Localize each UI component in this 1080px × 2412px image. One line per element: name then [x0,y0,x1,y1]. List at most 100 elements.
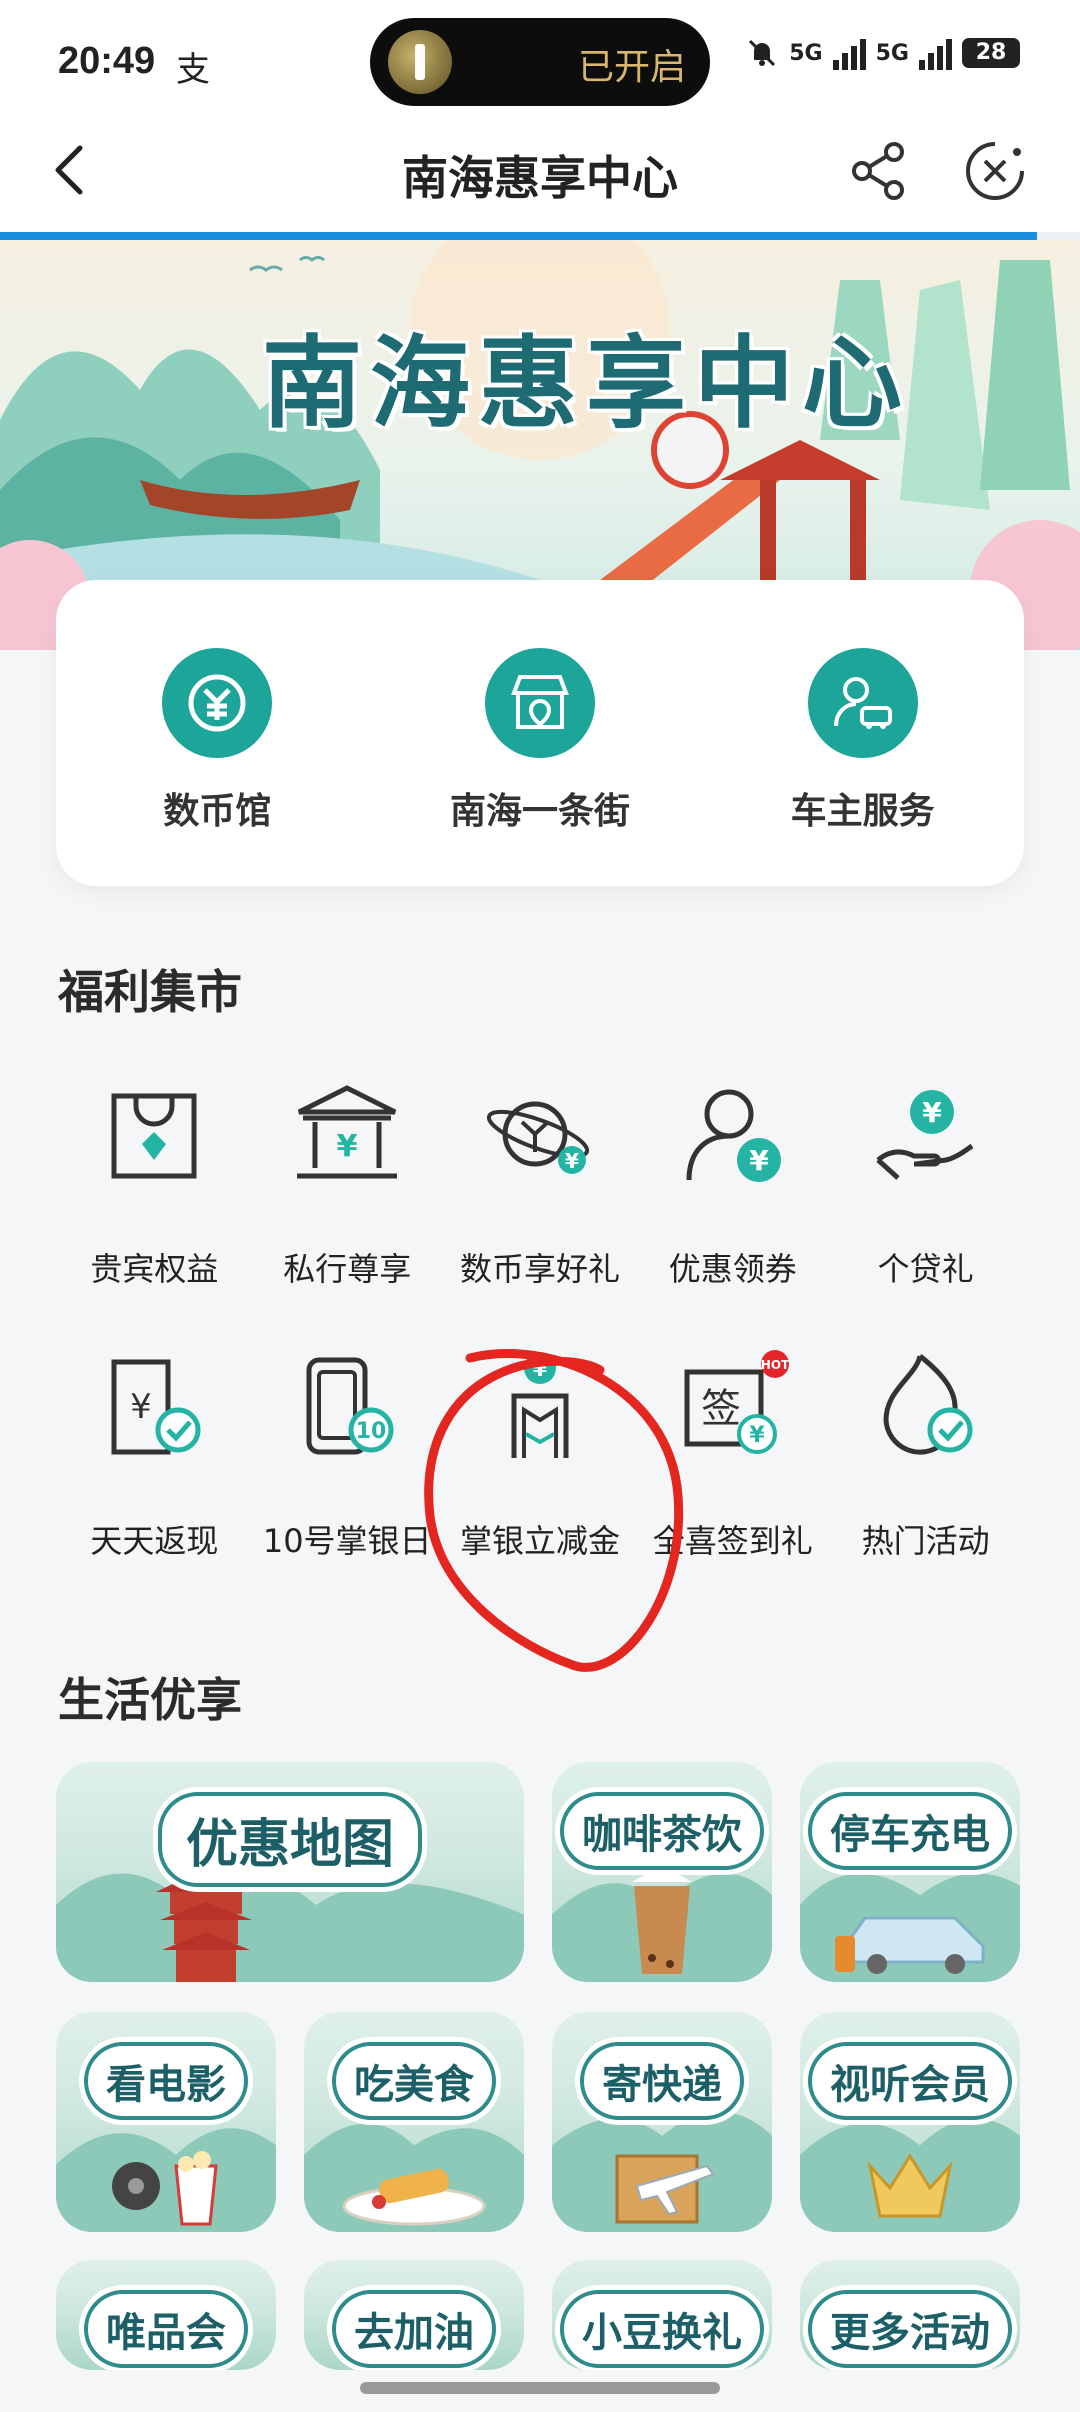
car-owner-icon [807,648,918,758]
section-title-life: 生活优享 [58,1673,242,1727]
loan-hand-icon: ¥ [875,1090,973,1180]
bubble-tea-icon [632,1872,692,1974]
svg-text:¥: ¥ [565,1149,579,1173]
nav-bar: 南海惠享中心 [0,120,1080,232]
welfare-item-cashback[interactable]: ¥ 天天返现 [58,1318,251,1590]
grid-label: 10号掌银日 [262,1522,432,1560]
quick-item-digital-currency[interactable]: 数币馆 [56,580,379,886]
svg-text:¥: ¥ [131,1387,153,1427]
battery-icon: 28 [962,38,1020,68]
card-label: 唯品会 [84,2290,248,2368]
card-label: 吃美食 [332,2042,496,2120]
alipay-status-icon: 支 [176,50,210,90]
store-icon [485,648,595,758]
quick-label: 数币馆 [163,791,272,832]
grid-label: 掌银立减金 [459,1522,620,1560]
status-indicators: 5G 5G 28 [745,36,1020,70]
package-plane-icon [615,2154,715,2224]
card-vipshop[interactable]: 唯品会 [56,2260,276,2370]
card-label: 优惠地图 [157,1792,423,1887]
welfare-item-digital-gift[interactable]: ¥ 数币享好礼 [444,1046,637,1318]
welfare-grid: 贵宾权益 ¥ 私行尊享 ¥ 数币享好礼 ¥ 优惠领券 ¥ 个贷礼 ¥ 天天返现 … [58,1046,1022,1590]
card-av-membership[interactable]: 视听会员 [800,2012,1020,2232]
welfare-item-private-bank[interactable]: ¥ 私行尊享 [251,1046,444,1318]
welfare-item-loan-gift[interactable]: ¥ 个贷礼 [829,1046,1022,1318]
share-icon[interactable] [846,138,912,204]
cashback-icon: ¥ [111,1359,201,1455]
car-icon [835,1916,985,1974]
phone-10-icon: 10 [306,1357,394,1455]
status-time: 20:49 [58,40,156,82]
welfare-item-hot-activity[interactable]: 热门活动 [829,1318,1022,1590]
welfare-item-checkin[interactable]: 签 ¥ HOT 全喜签到礼 [636,1318,829,1590]
network-type-2: 5G [875,40,909,66]
signal-icon-2 [919,36,952,70]
card-discount-map[interactable]: 优惠地图 [56,1762,524,1982]
grid-label: 优惠领券 [668,1250,797,1288]
home-indicator[interactable] [360,2382,720,2394]
flame-icon [883,1354,973,1455]
svg-text:¥: ¥ [749,1423,765,1448]
coupon-user-icon: ¥ [686,1089,781,1182]
card-label: 去加油 [332,2290,496,2368]
quick-access-card: 数币馆 南海一条街 车主服务 [56,580,1024,886]
quick-item-street[interactable]: 南海一条街 [379,580,702,886]
close-icon[interactable] [962,138,1028,204]
vip-bag-icon [111,1093,197,1179]
flashlight-icon [388,30,452,94]
hot-badge: HOT [761,1358,790,1372]
pill-status-text: 已开启 [577,47,686,88]
welfare-item-discount[interactable]: ¥ 掌银立减金 [444,1318,637,1590]
flashlight-pill[interactable]: 已开启 [370,18,710,106]
grid-label: 天天返现 [90,1522,219,1560]
welfare-item-vip[interactable]: 贵宾权益 [58,1046,251,1318]
status-bar: 20:49 支 已开启 5G 5G 28 [0,0,1080,120]
grid-label: 个贷礼 [877,1250,974,1288]
movie-popcorn-icon [112,2151,218,2226]
welfare-item-coupon[interactable]: ¥ 优惠领券 [636,1046,829,1318]
page-title: 南海惠享中心 [402,151,678,205]
svg-text:签: 签 [701,1386,741,1432]
card-more-activities[interactable]: 更多活动 [800,2260,1020,2370]
section-title-welfare: 福利集市 [58,965,242,1019]
svg-text:¥: ¥ [533,1357,547,1381]
card-label: 寄快递 [580,2042,744,2120]
bank-building-icon: ¥ [297,1085,398,1179]
signal-icon-1 [832,36,866,70]
welfare-item-10th-day[interactable]: 10 10号掌银日 [251,1318,444,1590]
digital-coin-gift-icon: ¥ [486,1101,590,1174]
card-refuel[interactable]: 去加油 [304,2260,524,2370]
card-food[interactable]: 吃美食 [304,2012,524,2232]
card-label: 看电影 [84,2042,248,2120]
card-express[interactable]: 寄快递 [552,2012,772,2232]
card-label: 视听会员 [808,2042,1012,2120]
card-bean-exchange[interactable]: 小豆换礼 [552,2260,772,2370]
card-label: 停车充电 [808,1792,1012,1870]
loading-progress-bar [0,232,1080,240]
svg-text:¥: ¥ [337,1129,358,1164]
discount-gate-icon: ¥ [511,1352,569,1458]
svg-text:¥: ¥ [749,1144,769,1177]
grid-label: 全喜签到礼 [652,1522,813,1560]
crown-icon [867,2153,953,2218]
checkin-icon: 签 ¥ HOT [684,1350,790,1454]
banner-title: 南海惠享中心 [262,324,910,442]
quick-label: 南海一条街 [450,791,631,832]
grid-label: 贵宾权益 [90,1250,219,1288]
card-label: 更多活动 [808,2290,1012,2368]
card-coffee-tea[interactable]: 咖啡茶饮 [552,1762,772,1982]
card-label: 咖啡茶饮 [560,1792,764,1870]
grid-label: 热门活动 [861,1522,990,1560]
network-type-1: 5G [789,40,823,66]
card-parking-charging[interactable]: 停车充电 [800,1762,1020,1982]
card-movie[interactable]: 看电影 [56,2012,276,2232]
digital-currency-icon [162,648,273,758]
grid-label: 数币享好礼 [459,1250,620,1288]
quick-item-car-owner[interactable]: 车主服务 [701,580,1024,886]
svg-text:¥: ¥ [922,1096,942,1129]
mute-bell-icon [749,39,776,67]
grid-label: 私行尊享 [283,1250,412,1288]
quick-label: 车主服务 [790,791,935,832]
card-label: 小豆换礼 [560,2290,764,2368]
svg-text:10: 10 [356,1419,387,1444]
